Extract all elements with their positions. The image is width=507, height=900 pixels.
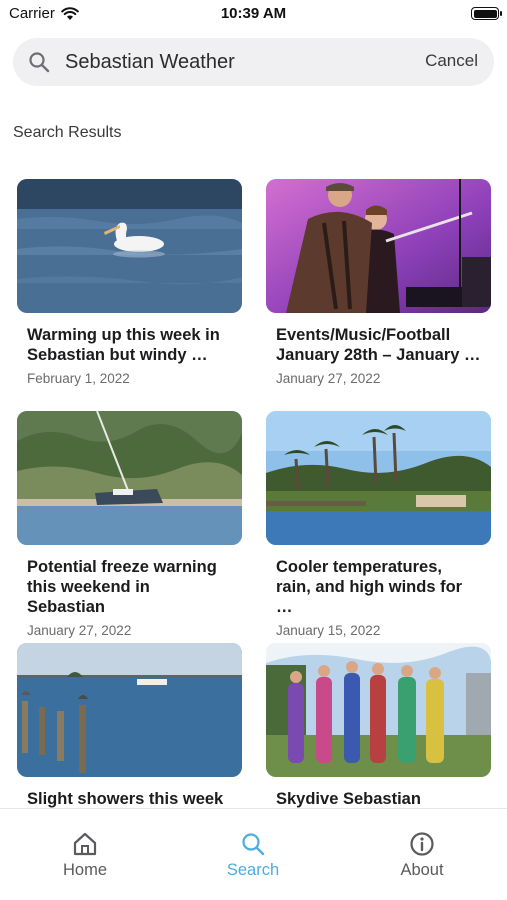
result-card[interactable]: Slight showers this week: [17, 643, 242, 809]
tab-search[interactable]: Search: [193, 831, 313, 880]
result-date: January 27, 2022: [276, 371, 381, 386]
result-title: Cooler temperatures, rain, and high wind…: [276, 558, 463, 616]
section-title: Search Results: [13, 124, 122, 141]
result-card[interactable]: Cooler temperatures, rain, and high wind…: [266, 411, 491, 638]
result-title: Skydive Sebastian: [276, 790, 421, 808]
tab-about[interactable]: About: [362, 831, 482, 880]
cancel-button[interactable]: Cancel: [425, 51, 478, 71]
clock: 10:39 AM: [220, 5, 287, 22]
palm-tree-shoreline-image: [266, 411, 491, 545]
river-pilings-image: [17, 643, 242, 777]
result-date: January 15, 2022: [276, 623, 381, 638]
tab-about-label: About: [400, 861, 444, 879]
result-title: Warming up this week in Sebastian but wi…: [27, 326, 220, 364]
tab-home[interactable]: Home: [25, 831, 145, 880]
tab-bar: Home Search About: [0, 808, 507, 900]
search-bar: Cancel: [13, 38, 494, 86]
concert-performers-image: [266, 179, 491, 313]
info-icon: [410, 832, 434, 856]
result-title: Events/Music/Football January 28th – Jan…: [276, 326, 481, 364]
tab-home-label: Home: [62, 861, 107, 879]
result-title: Potential freeze warning this weekend in…: [27, 558, 217, 616]
result-title: Slight showers this week: [27, 790, 224, 808]
grounded-sailboat-image: [17, 411, 242, 545]
result-card[interactable]: Skydive Sebastian: [266, 643, 491, 809]
result-card[interactable]: Warming up this week in Sebastian but wi…: [17, 179, 242, 386]
costumed-group-image: [266, 643, 491, 777]
result-card[interactable]: Potential freeze warning this weekend in…: [17, 411, 242, 638]
result-card[interactable]: Events/Music/Football January 28th – Jan…: [266, 179, 491, 386]
search-icon: [242, 833, 265, 856]
home-icon: [73, 832, 97, 856]
pelican-on-water-image: [17, 179, 242, 313]
tab-search-label: Search: [226, 861, 280, 879]
status-bar: Carrier 10:39 AM: [0, 0, 507, 28]
search-input[interactable]: [65, 48, 405, 76]
result-date: February 1, 2022: [27, 371, 130, 386]
search-icon: [29, 52, 50, 73]
result-date: January 27, 2022: [27, 623, 132, 638]
battery-icon: [471, 7, 502, 20]
